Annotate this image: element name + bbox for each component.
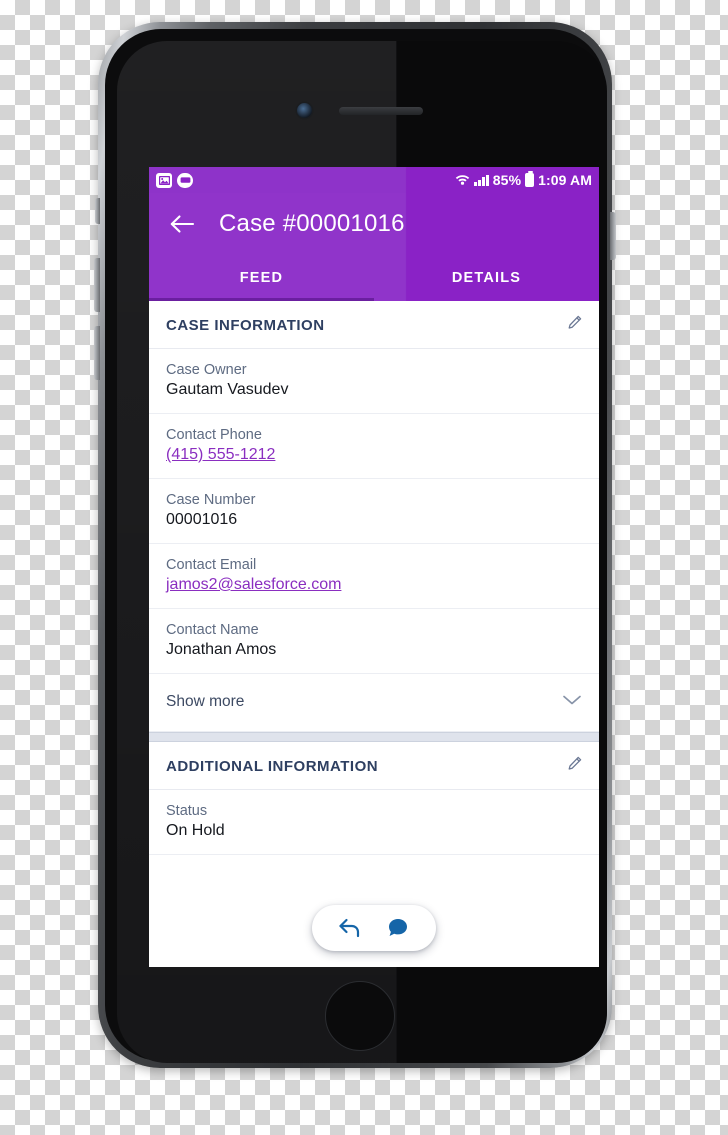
- section-divider: [149, 732, 599, 742]
- field-contact-email: Contact Email jamos2@salesforce.com: [149, 544, 599, 609]
- field-status: Status On Hold: [149, 790, 599, 855]
- details-content: CASE INFORMATION Case Owner Gautam Vasud…: [149, 301, 599, 967]
- chevron-down-icon: [562, 693, 582, 711]
- field-label: Case Owner: [166, 362, 247, 378]
- status-bar-time: 1:09 AM: [538, 172, 592, 188]
- field-value: Jonathan Amos: [166, 641, 277, 658]
- field-contact-phone: Contact Phone (415) 555-1212: [149, 414, 599, 479]
- field-label: Case Number: [166, 492, 256, 508]
- pencil-edit-icon[interactable]: [567, 756, 582, 776]
- earpiece-speaker-icon: [339, 107, 423, 115]
- pencil-edit-icon[interactable]: [567, 315, 582, 335]
- battery-percent-label: 85%: [492, 172, 522, 188]
- volume-up-button[interactable]: [94, 258, 100, 312]
- phone-bezel: 85% 1:09 AM Case #00001016 FEED DETAILS …: [105, 29, 607, 1063]
- section-header-case-information: CASE INFORMATION: [149, 301, 599, 349]
- field-value: 00001016: [166, 511, 238, 528]
- section-title: ADDITIONAL INFORMATION: [166, 757, 379, 775]
- field-case-number: Case Number 00001016: [149, 479, 599, 544]
- wifi-icon: [455, 172, 470, 188]
- section-title: CASE INFORMATION: [166, 316, 325, 334]
- section-header-additional-information: ADDITIONAL INFORMATION: [149, 742, 599, 790]
- reply-arrow-icon[interactable]: [335, 913, 365, 943]
- app-notification-icon: [177, 172, 193, 188]
- tab-feed[interactable]: FEED: [149, 255, 374, 301]
- photo-notification-icon: [156, 172, 172, 188]
- battery-icon: [525, 170, 535, 187]
- floating-action-bar: [312, 905, 436, 951]
- field-label: Contact Name: [166, 622, 259, 638]
- cellular-signal-icon: [474, 174, 489, 186]
- show-more-label: Show more: [166, 693, 245, 710]
- home-button[interactable]: [325, 981, 395, 1051]
- tab-bar: FEED DETAILS: [149, 255, 599, 301]
- front-camera-icon: [297, 103, 312, 118]
- app-bar: Case #00001016: [149, 193, 599, 255]
- status-bar-indicators: 85% 1:09 AM: [455, 170, 592, 188]
- phone-screen: 85% 1:09 AM Case #00001016 FEED DETAILS …: [149, 167, 599, 967]
- status-bar: 85% 1:09 AM: [149, 167, 599, 193]
- status-bar-notifications: [156, 172, 193, 188]
- field-value: Gautam Vasudev: [166, 381, 289, 398]
- back-arrow-icon[interactable]: [165, 207, 199, 241]
- power-button[interactable]: [610, 212, 616, 260]
- page-title: Case #00001016: [219, 210, 405, 237]
- field-value: On Hold: [166, 822, 225, 839]
- contact-email-link[interactable]: jamos2@salesforce.com: [166, 576, 582, 594]
- field-label: Contact Phone: [166, 427, 262, 443]
- field-label: Status: [166, 803, 208, 819]
- show-more-button[interactable]: Show more: [149, 674, 599, 732]
- phone-glass: 85% 1:09 AM Case #00001016 FEED DETAILS …: [117, 41, 607, 1063]
- volume-down-button[interactable]: [94, 326, 100, 380]
- field-case-owner: Case Owner Gautam Vasudev: [149, 349, 599, 414]
- tab-details[interactable]: DETAILS: [374, 255, 599, 301]
- chat-bubble-icon[interactable]: [383, 913, 413, 943]
- silence-switch[interactable]: [95, 198, 100, 224]
- phone-device-frame: 85% 1:09 AM Case #00001016 FEED DETAILS …: [94, 22, 616, 1068]
- contact-phone-link[interactable]: (415) 555-1212: [166, 446, 582, 464]
- field-label: Contact Email: [166, 557, 257, 573]
- field-contact-name: Contact Name Jonathan Amos: [149, 609, 599, 674]
